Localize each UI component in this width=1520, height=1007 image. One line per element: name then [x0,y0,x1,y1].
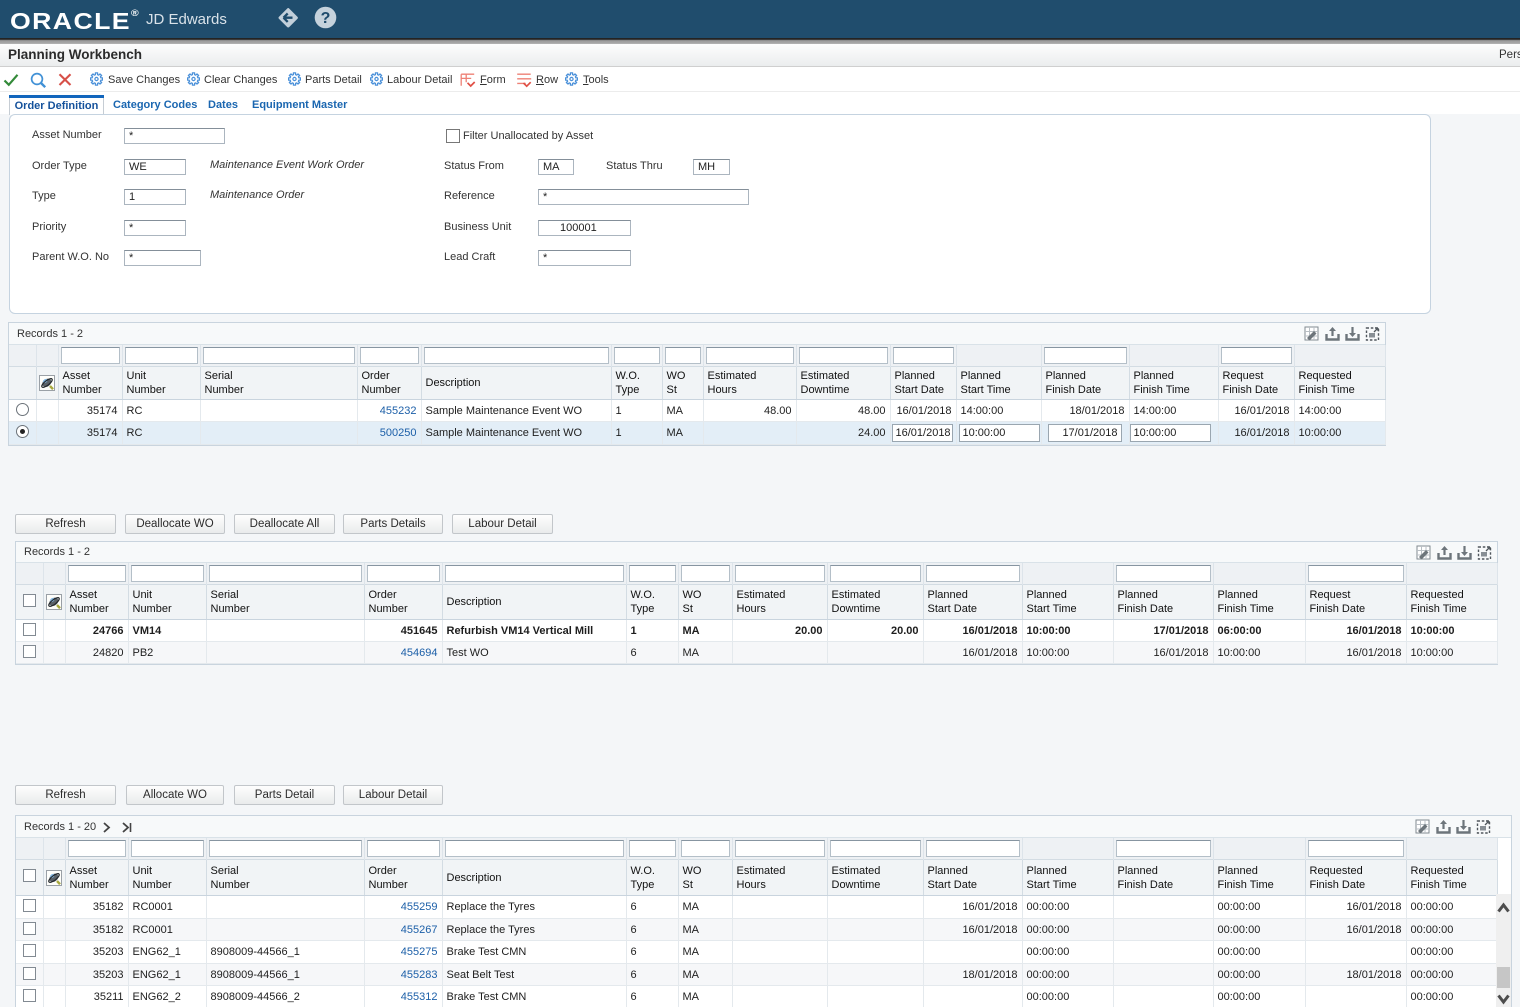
svg-text:?: ? [321,10,331,27]
